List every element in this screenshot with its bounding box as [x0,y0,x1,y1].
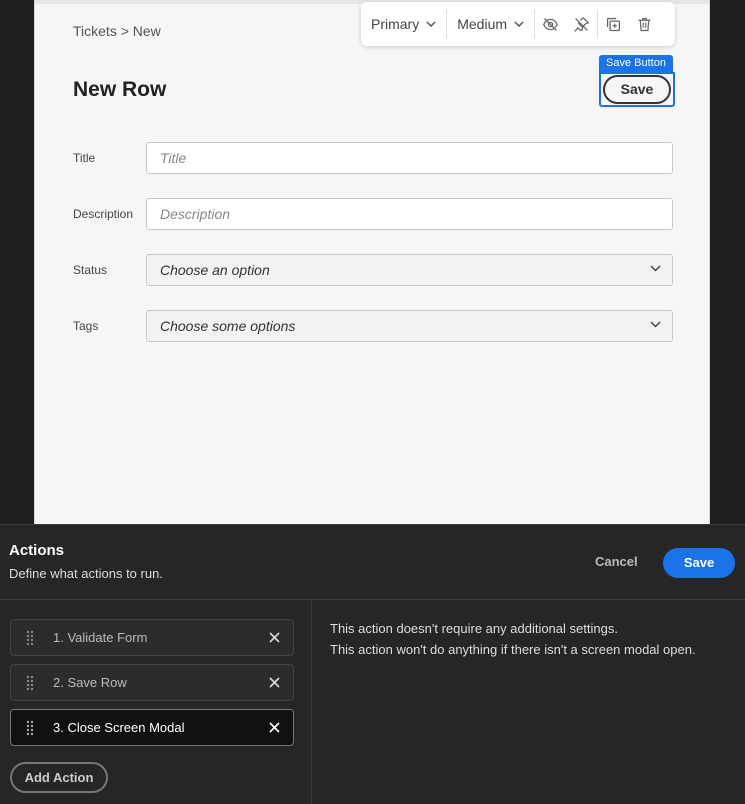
trash-icon [638,17,651,31]
action-item-label: 3. Close Screen Modal [53,720,185,735]
action-item-validate-form[interactable]: 1. Validate Form [10,619,294,656]
status-field-label: Status [73,263,108,277]
title-field-row: Title Title [73,142,673,174]
chevron-down-icon [514,21,524,27]
title-field-label: Title [73,151,96,165]
divider [0,599,745,600]
button-type-select[interactable]: Primary [361,2,446,46]
unpin-component-button[interactable] [566,2,597,46]
description-field-label: Description [73,207,134,221]
divider [311,600,312,804]
selected-component-tag: Save Button [599,55,673,72]
close-icon[interactable] [269,677,280,688]
description-field[interactable]: Description [146,198,673,230]
action-item-label: 1. Validate Form [53,630,148,645]
tags-select[interactable]: Choose some options [146,310,673,342]
selected-component-outline: Save [599,72,675,107]
delete-component-button[interactable] [629,2,660,46]
duplicate-component-button[interactable] [598,2,629,46]
chevron-down-icon [650,321,661,328]
screen-preview: Tickets > New New Row Primary Medium Sav… [34,0,710,524]
save-button[interactable]: Save [663,548,735,578]
pin-off-icon [574,16,590,32]
chevron-down-icon [650,265,661,272]
tags-select-placeholder: Choose some options [160,318,296,334]
drag-handle-icon[interactable] [26,630,34,646]
button-size-select[interactable]: Medium [447,2,534,46]
eye-off-icon [543,17,559,31]
button-type-value: Primary [371,16,420,32]
duplicate-icon [606,17,621,31]
preview-save-button[interactable]: Save [603,75,671,104]
description-field-row: Description Description [73,198,673,230]
actions-panel: Actions Define what actions to run. Canc… [0,524,745,804]
component-toolbar: Primary Medium [361,2,675,46]
close-icon[interactable] [269,632,280,643]
action-item-save-row[interactable]: 2. Save Row [10,664,294,701]
close-icon[interactable] [269,722,280,733]
tags-field-label: Tags [73,319,99,333]
status-select[interactable]: Choose an option [146,254,673,286]
cancel-button[interactable]: Cancel [595,554,638,569]
action-info-text: This action won't do anything if there i… [330,642,696,657]
chevron-down-icon [426,21,436,27]
status-select-placeholder: Choose an option [160,262,270,278]
page-title: New Row [73,78,167,101]
hide-component-button[interactable] [535,2,566,46]
button-size-value: Medium [457,16,508,32]
tags-field-row: Tags Choose some options [73,310,673,342]
action-info-text: This action doesn't require any addition… [330,621,618,636]
action-item-close-screen-modal[interactable]: 3. Close Screen Modal [10,709,294,746]
action-item-label: 2. Save Row [53,675,127,690]
drag-handle-icon[interactable] [26,720,34,736]
title-field[interactable]: Title [146,142,673,174]
breadcrumb: Tickets > New [73,23,161,39]
actions-title: Actions [9,542,65,559]
add-action-button[interactable]: Add Action [10,762,108,793]
drag-handle-icon[interactable] [26,675,34,691]
status-field-row: Status Choose an option [73,254,673,286]
actions-subtitle: Define what actions to run. [9,566,163,581]
